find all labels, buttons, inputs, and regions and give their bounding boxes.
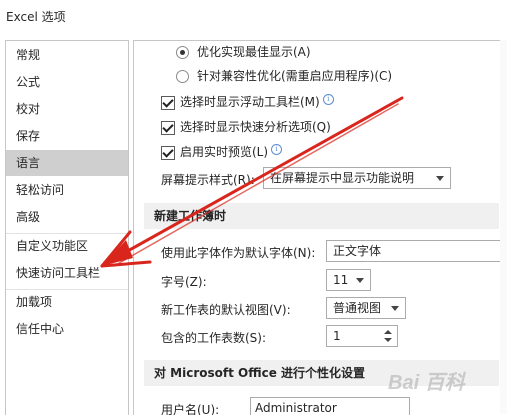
info-icon: i bbox=[322, 94, 334, 105]
screentip-style-value: 在屏幕提示中显示功能说明 bbox=[270, 171, 415, 185]
default-font-dropdown[interactable]: 正文字体 bbox=[326, 240, 504, 262]
default-font-value: 正文字体 bbox=[333, 244, 382, 258]
font-size-label: 字号(Z): bbox=[161, 275, 207, 289]
checkbox-checked-icon[interactable] bbox=[161, 145, 175, 160]
sidebar-item-accessibility[interactable]: 轻松访问 bbox=[6, 177, 128, 203]
options-main-pane: 优化实现最佳显示(A) 针对兼容性优化(需重启应用程序)(C) 选择时显示浮动工… bbox=[133, 40, 507, 415]
watermark-logo: Bai 百科 bbox=[388, 372, 465, 394]
sidebar-item-add-ins[interactable]: 加载项 bbox=[6, 289, 128, 315]
sidebar-item-customize-ribbon[interactable]: 自定义功能区 bbox=[6, 233, 128, 259]
sidebar-item-quick-access-toolbar[interactable]: 快速访问工具栏 bbox=[6, 260, 128, 286]
chevron-down-icon bbox=[436, 176, 444, 181]
default-view-value: 普通视图 bbox=[333, 301, 382, 315]
check-mini-toolbar-label: 选择时显示浮动工具栏(M) bbox=[180, 95, 320, 109]
radio-selected-icon[interactable] bbox=[176, 46, 189, 59]
scrollbar[interactable] bbox=[500, 40, 507, 414]
sheet-count-value: 1 bbox=[333, 329, 341, 343]
section-header-new-workbook: 新建工作簿时 bbox=[144, 203, 499, 229]
sidebar-item-save[interactable]: 保存 bbox=[6, 123, 128, 149]
checkbox-checked-icon[interactable] bbox=[161, 120, 175, 135]
radio-row-best-display[interactable]: 优化实现最佳显示(A) bbox=[176, 41, 311, 63]
radio-unselected-icon[interactable] bbox=[176, 70, 189, 83]
screentip-label: 屏幕提示样式(R): bbox=[161, 173, 255, 187]
sidebar-item-formulas[interactable]: 公式 bbox=[6, 69, 128, 95]
chevron-down-icon bbox=[356, 278, 364, 283]
radio-row-compat[interactable]: 针对兼容性优化(需重启应用程序)(C) bbox=[176, 65, 392, 87]
options-sidebar: 常规 公式 校对 保存 语言 轻松访问 高级 自定义功能区 快速访问工具栏 加载… bbox=[5, 40, 129, 415]
username-value: Administrator bbox=[255, 401, 337, 415]
sidebar-item-proofing[interactable]: 校对 bbox=[6, 96, 128, 122]
check-row-live-preview[interactable]: 启用实时预览(L) i bbox=[161, 141, 283, 163]
title-bar: Excel 选项 bbox=[0, 0, 507, 32]
sidebar-item-language[interactable]: 语言 bbox=[6, 150, 128, 176]
check-live-preview-label: 启用实时预览(L) bbox=[180, 145, 269, 159]
stepper-down-icon[interactable] bbox=[384, 338, 392, 342]
stepper-up-icon[interactable] bbox=[384, 330, 392, 334]
checkbox-checked-icon[interactable] bbox=[161, 95, 175, 110]
screentip-style-dropdown[interactable]: 在屏幕提示中显示功能说明 bbox=[263, 167, 451, 189]
default-view-label: 新工作表的默认视图(V): bbox=[161, 303, 291, 317]
window-title: Excel 选项 bbox=[6, 10, 66, 24]
radio-compat-label: 针对兼容性优化(需重启应用程序)(C) bbox=[197, 69, 393, 83]
check-row-mini-toolbar[interactable]: 选择时显示浮动工具栏(M) i bbox=[161, 91, 334, 113]
default-font-label: 使用此字体作为默认字体(N): bbox=[161, 246, 316, 260]
chevron-down-icon bbox=[391, 306, 399, 311]
radio-best-display-label: 优化实现最佳显示(A) bbox=[197, 45, 311, 59]
font-size-dropdown[interactable]: 11 bbox=[326, 269, 371, 291]
username-field[interactable]: Administrator bbox=[250, 397, 410, 415]
username-label: 用户名(U): bbox=[161, 403, 220, 415]
sidebar-item-general[interactable]: 常规 bbox=[6, 42, 128, 68]
check-row-quick-analysis[interactable]: 选择时显示快速分析选项(Q) bbox=[161, 116, 331, 138]
sheet-count-stepper[interactable]: 1 bbox=[326, 325, 398, 347]
check-quick-analysis-label: 选择时显示快速分析选项(Q) bbox=[180, 120, 331, 134]
sheet-count-label: 包含的工作表数(S): bbox=[161, 331, 267, 345]
sidebar-item-advanced[interactable]: 高级 bbox=[6, 204, 128, 230]
font-size-value: 11 bbox=[333, 273, 349, 287]
info-icon: i bbox=[271, 144, 283, 155]
sidebar-item-trust-center[interactable]: 信任中心 bbox=[6, 316, 128, 342]
default-view-dropdown[interactable]: 普通视图 bbox=[326, 297, 406, 319]
